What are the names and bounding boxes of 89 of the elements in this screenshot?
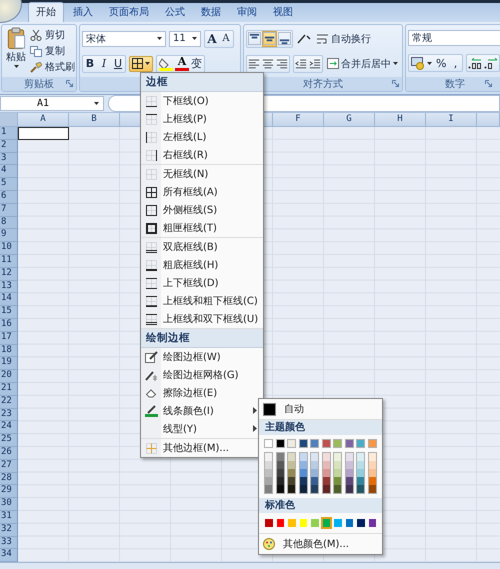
ribbon-tab[interactable]: 视图	[266, 3, 300, 22]
row-header[interactable]: 7	[0, 204, 18, 217]
column-header[interactable]: G	[324, 113, 375, 126]
row-header[interactable]: 17	[0, 332, 18, 345]
ribbon-tab[interactable]: 插入	[66, 3, 100, 22]
group-label: 对齐方式	[303, 78, 343, 91]
row-header[interactable]: 6	[0, 190, 18, 204]
row-header[interactable]: 28	[0, 472, 18, 486]
ribbon-tab[interactable]: 公式	[158, 3, 192, 22]
menu-section-title: 标准色	[259, 498, 382, 513]
menu-section-title: 主题颜色	[259, 420, 382, 435]
menu-item[interactable]: 所有框线(A)	[141, 183, 263, 201]
row-header[interactable]: 2	[0, 140, 18, 153]
menu-item[interactable]: 粗匣框线(T)	[141, 219, 263, 237]
menu-section-title: 边框	[141, 73, 263, 92]
wrap-text-button[interactable]: 自动换行	[315, 30, 372, 46]
row-header[interactable]: 25	[0, 434, 18, 447]
group-label: 剪贴板	[24, 78, 54, 91]
menu-item[interactable]: 外侧框线(S)	[141, 201, 263, 219]
number-format-field[interactable]: 常规	[408, 30, 500, 46]
menu-item[interactable]: 上框线(P)	[141, 110, 263, 128]
row-header[interactable]: 29	[0, 485, 18, 498]
row-header[interactable]: 22	[0, 396, 18, 409]
row-header[interactable]: 16	[0, 318, 18, 332]
menu-item[interactable]: 左框线(L)	[141, 128, 263, 146]
column-header[interactable]: F	[273, 113, 324, 126]
row-header[interactable]: 23	[0, 408, 18, 422]
cut-button[interactable]: 剪切	[30, 28, 75, 42]
row-header[interactable]: 30	[0, 498, 18, 511]
row-header[interactable]: 12	[0, 268, 18, 281]
italic-button[interactable]: I	[97, 56, 111, 72]
row-header[interactable]: 24	[0, 421, 18, 434]
font-size-field[interactable]: 11	[169, 30, 201, 46]
menu-item[interactable]: 擦除边框(E)	[141, 384, 263, 402]
row-header[interactable]: 21	[0, 382, 18, 396]
menu-item[interactable]: 上下框线(D)	[141, 274, 263, 292]
shrink-font-button[interactable]: A	[219, 30, 233, 46]
column-header[interactable]: B	[69, 113, 120, 126]
row-header[interactable]: 1	[0, 127, 18, 140]
row-header[interactable]: 9	[0, 229, 18, 242]
row-header[interactable]: 26	[0, 446, 18, 460]
column-header[interactable]: I	[426, 113, 477, 126]
row-header[interactable]: 11	[0, 254, 18, 268]
row-header[interactable]: 34	[0, 549, 18, 562]
menu-item[interactable]: 上框线和双下框线(U)	[141, 310, 263, 328]
row-header[interactable]: 31	[0, 510, 18, 524]
row-header[interactable]: 4	[0, 165, 18, 178]
row-header[interactable]: 5	[0, 178, 18, 191]
row-header[interactable]: 27	[0, 460, 18, 473]
row-header[interactable]: 15	[0, 306, 18, 319]
underline-button[interactable]: U	[111, 56, 125, 72]
percent-button[interactable]: %	[434, 55, 448, 71]
grow-font-button[interactable]: A	[205, 30, 219, 46]
bold-button[interactable]: B	[83, 56, 97, 72]
menu-item[interactable]: 无框线(N)	[141, 165, 263, 183]
more-colors-item[interactable]: 其他颜色(M)...	[259, 534, 382, 553]
paste-button[interactable]: 粘贴	[4, 27, 28, 75]
row-header[interactable]: 14	[0, 293, 18, 306]
font-name-field[interactable]: 宋体	[82, 30, 166, 46]
menu-item[interactable]: 下框线(O)	[141, 92, 263, 110]
ribbon-tab[interactable]: 页面布局	[102, 3, 156, 22]
row-header[interactable]: 10	[0, 242, 18, 255]
merge-center-button[interactable]: 合并后居中	[326, 56, 399, 72]
name-box[interactable]: A1	[0, 96, 104, 111]
phonetic-button[interactable]: 变	[189, 56, 204, 72]
menu-item[interactable]: 右框线(R)	[141, 146, 263, 164]
column-header[interactable]: A	[18, 113, 69, 126]
row-header[interactable]: 13	[0, 280, 18, 294]
row-header[interactable]: 18	[0, 344, 18, 358]
row-header[interactable]: 8	[0, 216, 18, 230]
row-header[interactable]: 19	[0, 357, 18, 370]
ribbon-tab[interactable]: 审阅	[230, 3, 264, 22]
menu-item[interactable]: 上框线和粗下框线(C)	[141, 292, 263, 310]
column-header[interactable]: H	[375, 113, 426, 126]
ribbon-tab[interactable]: 开始	[28, 2, 64, 22]
menu-item[interactable]: 粗底框线(H)	[141, 256, 263, 274]
copy-button[interactable]: 复制	[30, 44, 75, 58]
comma-button[interactable]: ,	[448, 55, 462, 71]
row-header[interactable]: 32	[0, 524, 18, 536]
row-header[interactable]: 33	[0, 536, 18, 550]
ribbon-tab[interactable]: 数据	[194, 3, 228, 22]
menu-item[interactable]: 双底框线(B)	[141, 238, 263, 256]
row-header[interactable]: 20	[0, 370, 18, 383]
group-label: 数字	[445, 78, 465, 91]
menu-section-title: 绘制边框	[141, 329, 263, 348]
format-painter-button[interactable]: 格式刷	[30, 60, 75, 74]
row-header[interactable]: 3	[0, 152, 18, 166]
menu-item[interactable]: 绘图边框(W)	[141, 348, 263, 366]
menu-item[interactable]: 绘图边框网格(G)	[141, 366, 263, 384]
